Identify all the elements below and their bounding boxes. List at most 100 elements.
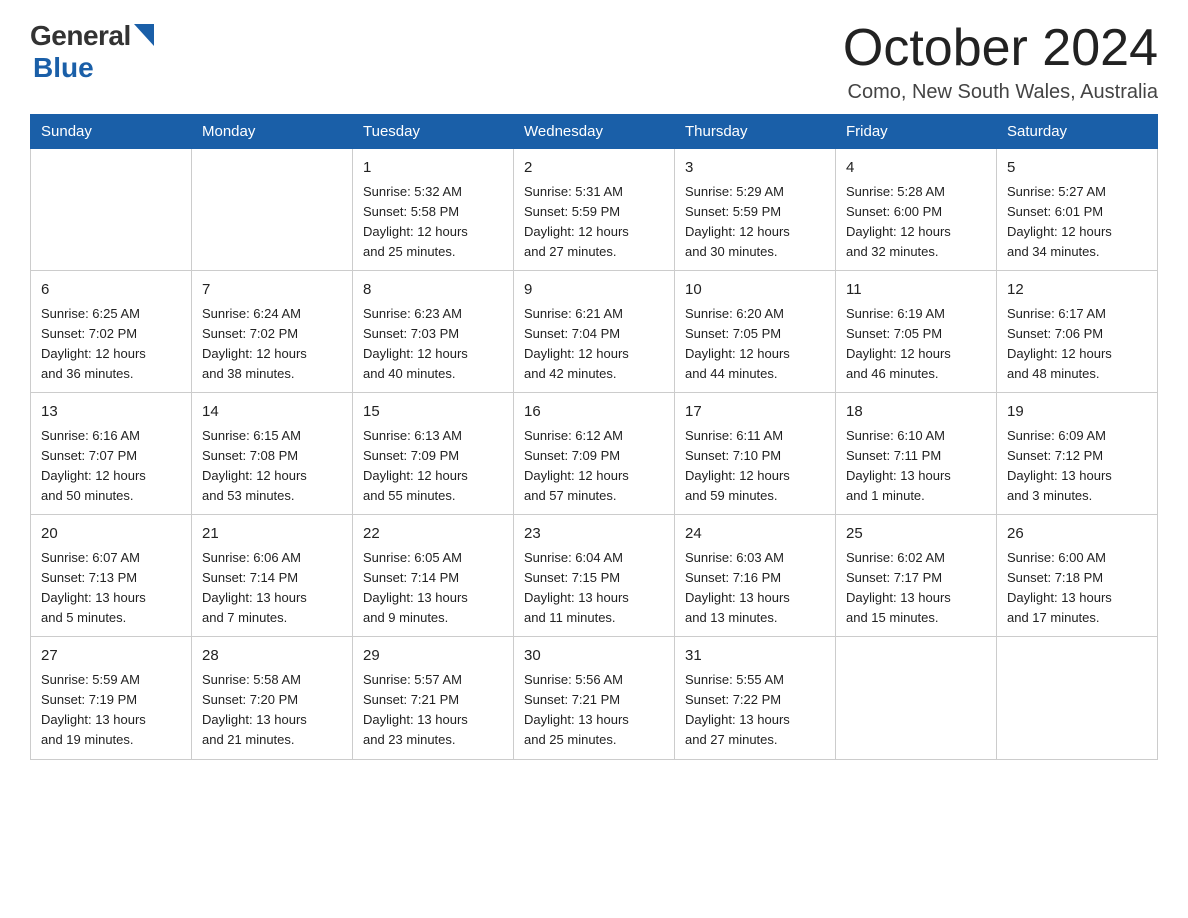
day-info: Sunrise: 6:02 AM Sunset: 7:17 PM Dayligh… [846,548,986,629]
day-number: 24 [685,523,825,546]
day-info: Sunrise: 6:24 AM Sunset: 7:02 PM Dayligh… [202,304,342,385]
calendar-header-sunday: Sunday [31,115,192,149]
calendar-cell: 18Sunrise: 6:10 AM Sunset: 7:11 PM Dayli… [836,393,997,515]
calendar-header: SundayMondayTuesdayWednesdayThursdayFrid… [31,115,1158,149]
day-info: Sunrise: 6:17 AM Sunset: 7:06 PM Dayligh… [1007,304,1147,385]
calendar-header-saturday: Saturday [997,115,1158,149]
day-info: Sunrise: 6:21 AM Sunset: 7:04 PM Dayligh… [524,304,664,385]
day-info: Sunrise: 6:03 AM Sunset: 7:16 PM Dayligh… [685,548,825,629]
calendar-header-tuesday: Tuesday [353,115,514,149]
calendar-cell: 25Sunrise: 6:02 AM Sunset: 7:17 PM Dayli… [836,515,997,637]
calendar-cell: 15Sunrise: 6:13 AM Sunset: 7:09 PM Dayli… [353,393,514,515]
calendar-cell: 17Sunrise: 6:11 AM Sunset: 7:10 PM Dayli… [675,393,836,515]
calendar-header-friday: Friday [836,115,997,149]
day-number: 3 [685,157,825,180]
calendar-cell: 27Sunrise: 5:59 AM Sunset: 7:19 PM Dayli… [31,637,192,759]
title-block: October 2024 Como, New South Wales, Aust… [843,20,1158,104]
page-header: General Blue October 2024 Como, New Sout… [30,20,1158,104]
day-info: Sunrise: 5:55 AM Sunset: 7:22 PM Dayligh… [685,670,825,751]
day-number: 23 [524,523,664,546]
day-number: 18 [846,401,986,424]
calendar-cell: 1Sunrise: 5:32 AM Sunset: 5:58 PM Daylig… [353,149,514,271]
calendar-week-4: 20Sunrise: 6:07 AM Sunset: 7:13 PM Dayli… [31,515,1158,637]
calendar-cell: 20Sunrise: 6:07 AM Sunset: 7:13 PM Dayli… [31,515,192,637]
month-title: October 2024 [843,20,1158,77]
day-number: 21 [202,523,342,546]
location-label: Como, New South Wales, Australia [843,81,1158,104]
day-number: 1 [363,157,503,180]
day-number: 19 [1007,401,1147,424]
calendar-cell: 19Sunrise: 6:09 AM Sunset: 7:12 PM Dayli… [997,393,1158,515]
day-number: 10 [685,279,825,302]
day-info: Sunrise: 6:11 AM Sunset: 7:10 PM Dayligh… [685,426,825,507]
calendar-cell [997,637,1158,759]
logo-arrow-icon [134,24,154,51]
day-info: Sunrise: 6:06 AM Sunset: 7:14 PM Dayligh… [202,548,342,629]
calendar-cell [836,637,997,759]
calendar-cell: 22Sunrise: 6:05 AM Sunset: 7:14 PM Dayli… [353,515,514,637]
day-number: 5 [1007,157,1147,180]
calendar-cell: 2Sunrise: 5:31 AM Sunset: 5:59 PM Daylig… [514,149,675,271]
calendar-cell: 28Sunrise: 5:58 AM Sunset: 7:20 PM Dayli… [192,637,353,759]
day-info: Sunrise: 6:12 AM Sunset: 7:09 PM Dayligh… [524,426,664,507]
logo: General Blue [30,20,154,84]
day-number: 29 [363,645,503,668]
day-number: 9 [524,279,664,302]
logo-general-text: General [30,20,131,52]
day-number: 25 [846,523,986,546]
day-info: Sunrise: 5:27 AM Sunset: 6:01 PM Dayligh… [1007,182,1147,263]
day-number: 15 [363,401,503,424]
day-number: 22 [363,523,503,546]
day-number: 30 [524,645,664,668]
calendar-cell: 29Sunrise: 5:57 AM Sunset: 7:21 PM Dayli… [353,637,514,759]
day-number: 2 [524,157,664,180]
day-number: 14 [202,401,342,424]
calendar-cell: 31Sunrise: 5:55 AM Sunset: 7:22 PM Dayli… [675,637,836,759]
calendar-cell: 12Sunrise: 6:17 AM Sunset: 7:06 PM Dayli… [997,271,1158,393]
day-number: 8 [363,279,503,302]
day-info: Sunrise: 6:15 AM Sunset: 7:08 PM Dayligh… [202,426,342,507]
day-number: 7 [202,279,342,302]
day-info: Sunrise: 5:31 AM Sunset: 5:59 PM Dayligh… [524,182,664,263]
calendar-cell: 30Sunrise: 5:56 AM Sunset: 7:21 PM Dayli… [514,637,675,759]
calendar-header-thursday: Thursday [675,115,836,149]
calendar-cell: 10Sunrise: 6:20 AM Sunset: 7:05 PM Dayli… [675,271,836,393]
day-number: 27 [41,645,181,668]
calendar-header-monday: Monday [192,115,353,149]
day-number: 4 [846,157,986,180]
day-info: Sunrise: 5:56 AM Sunset: 7:21 PM Dayligh… [524,670,664,751]
day-info: Sunrise: 5:57 AM Sunset: 7:21 PM Dayligh… [363,670,503,751]
calendar-cell: 13Sunrise: 6:16 AM Sunset: 7:07 PM Dayli… [31,393,192,515]
calendar-cell: 9Sunrise: 6:21 AM Sunset: 7:04 PM Daylig… [514,271,675,393]
day-info: Sunrise: 6:25 AM Sunset: 7:02 PM Dayligh… [41,304,181,385]
day-info: Sunrise: 6:23 AM Sunset: 7:03 PM Dayligh… [363,304,503,385]
day-info: Sunrise: 5:59 AM Sunset: 7:19 PM Dayligh… [41,670,181,751]
day-info: Sunrise: 6:00 AM Sunset: 7:18 PM Dayligh… [1007,548,1147,629]
day-info: Sunrise: 6:13 AM Sunset: 7:09 PM Dayligh… [363,426,503,507]
day-info: Sunrise: 6:05 AM Sunset: 7:14 PM Dayligh… [363,548,503,629]
calendar-cell [31,149,192,271]
day-info: Sunrise: 6:07 AM Sunset: 7:13 PM Dayligh… [41,548,181,629]
logo-blue-text: Blue [33,52,94,83]
day-number: 12 [1007,279,1147,302]
day-number: 11 [846,279,986,302]
day-number: 26 [1007,523,1147,546]
calendar-header-wednesday: Wednesday [514,115,675,149]
day-number: 16 [524,401,664,424]
day-info: Sunrise: 6:09 AM Sunset: 7:12 PM Dayligh… [1007,426,1147,507]
day-number: 6 [41,279,181,302]
calendar-cell: 21Sunrise: 6:06 AM Sunset: 7:14 PM Dayli… [192,515,353,637]
calendar-cell: 7Sunrise: 6:24 AM Sunset: 7:02 PM Daylig… [192,271,353,393]
calendar-week-3: 13Sunrise: 6:16 AM Sunset: 7:07 PM Dayli… [31,393,1158,515]
calendar-cell: 23Sunrise: 6:04 AM Sunset: 7:15 PM Dayli… [514,515,675,637]
calendar-cell: 26Sunrise: 6:00 AM Sunset: 7:18 PM Dayli… [997,515,1158,637]
day-number: 17 [685,401,825,424]
day-number: 28 [202,645,342,668]
calendar-cell: 14Sunrise: 6:15 AM Sunset: 7:08 PM Dayli… [192,393,353,515]
calendar-table: SundayMondayTuesdayWednesdayThursdayFrid… [30,114,1158,759]
day-info: Sunrise: 6:19 AM Sunset: 7:05 PM Dayligh… [846,304,986,385]
calendar-cell: 5Sunrise: 5:27 AM Sunset: 6:01 PM Daylig… [997,149,1158,271]
calendar-cell: 16Sunrise: 6:12 AM Sunset: 7:09 PM Dayli… [514,393,675,515]
calendar-week-5: 27Sunrise: 5:59 AM Sunset: 7:19 PM Dayli… [31,637,1158,759]
day-info: Sunrise: 5:29 AM Sunset: 5:59 PM Dayligh… [685,182,825,263]
